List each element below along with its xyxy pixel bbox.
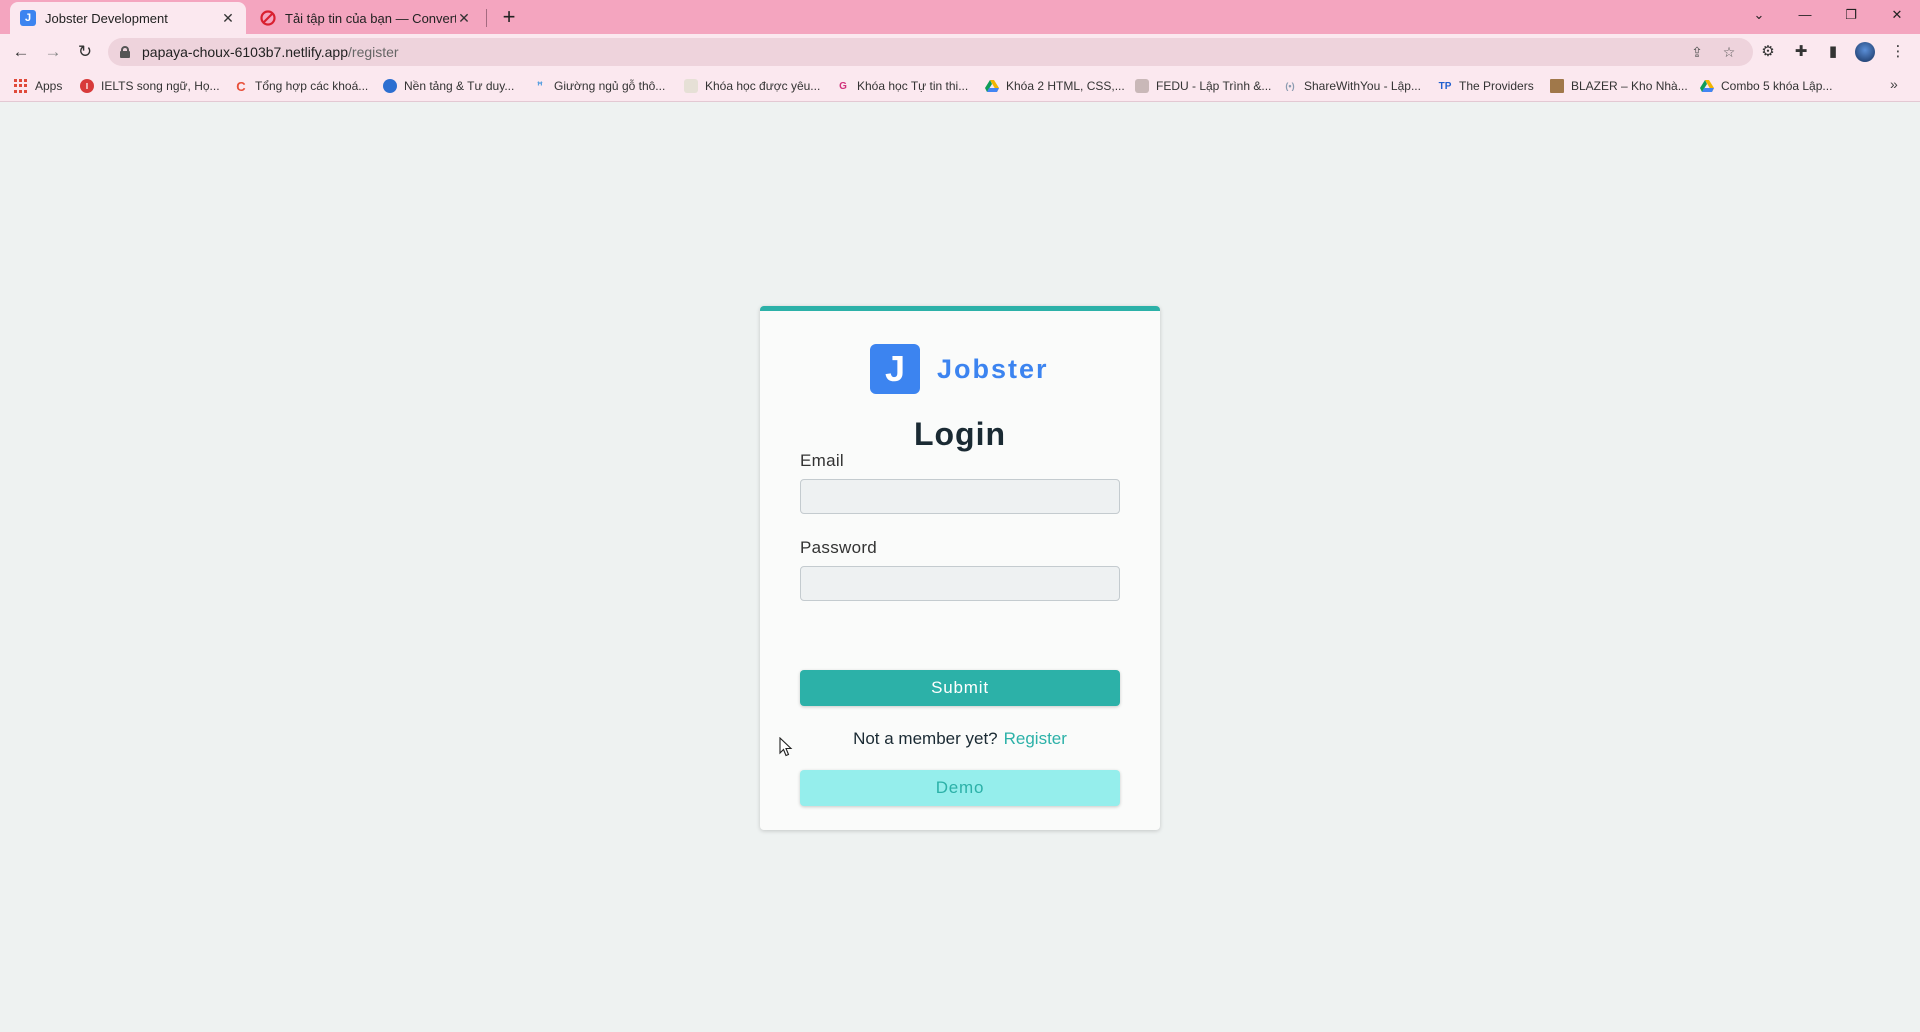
bookmark-khoa-2-html[interactable]: Khóa 2 HTML, CSS,...	[985, 78, 1125, 94]
bookmark-label: Nền tảng & Tư duy...	[404, 79, 515, 93]
globe-icon	[383, 79, 397, 93]
tp-icon: TP	[1438, 80, 1452, 92]
logo-mark: J	[870, 344, 920, 394]
bookmark-label: Khóa học Tự tin thi...	[857, 79, 969, 93]
tab-convertio[interactable]: Tải tập tin của bạn — Convertio ✕	[250, 2, 482, 34]
jobster-favicon-icon: J	[20, 10, 36, 26]
url-host: papaya-choux-6103b7.netlify.app	[142, 44, 349, 60]
tab-search-chevron-icon[interactable]: ⌄	[1736, 0, 1782, 30]
apps-grid-icon	[14, 79, 28, 93]
drive-icon	[1700, 79, 1714, 93]
close-window-button[interactable]: ✕	[1874, 0, 1920, 30]
close-tab-icon[interactable]: ✕	[456, 10, 472, 26]
extension-puzzle-dark-icon[interactable]: ⚙	[1758, 42, 1778, 62]
bookmark-label: Apps	[35, 79, 63, 93]
bookmark-tong-hop[interactable]: C Tổng hợp các khoá...	[234, 78, 368, 94]
profile-avatar[interactable]	[1855, 42, 1875, 62]
share-icon[interactable]: ⇪	[1688, 43, 1706, 61]
bookmark-khoa-hoc-yeu[interactable]: Khóa học được yêu...	[684, 78, 820, 94]
bookmark-label: ShareWithYou - Lập...	[1304, 79, 1421, 93]
submit-button[interactable]: Submit	[800, 670, 1120, 706]
extensions-icon[interactable]: ✚	[1791, 42, 1811, 62]
password-label: Password	[800, 538, 878, 557]
url-text[interactable]: papaya-choux-6103b7.netlify.app/register	[142, 44, 399, 60]
blank-page-icon	[684, 79, 698, 93]
email-label: Email	[800, 451, 845, 470]
more-bookmarks-chevron-icon[interactable]: »	[1890, 76, 1898, 92]
bookmark-the-providers[interactable]: TP The Providers	[1438, 78, 1534, 94]
login-form: J Jobster Login Email Password Submit No…	[760, 306, 1160, 830]
blazer-icon	[1550, 79, 1564, 93]
bookmark-ielts[interactable]: I IELTS song ngữ, Họ...	[80, 78, 220, 94]
fedu-icon	[1135, 79, 1149, 93]
bookmark-label: The Providers	[1459, 79, 1534, 93]
c-icon: C	[236, 78, 246, 94]
bookmark-label: FEDU - Lập Trình &...	[1156, 79, 1272, 93]
bookmark-label: Giường ngủ gỗ thô...	[554, 79, 666, 93]
address-bar[interactable]: papaya-choux-6103b7.netlify.app/register…	[108, 38, 1753, 66]
new-tab-button[interactable]: +	[498, 4, 520, 30]
ielts-icon: I	[80, 79, 94, 93]
tab-separator	[486, 9, 487, 27]
bookmark-nen-tang[interactable]: Nền tảng & Tư duy...	[383, 78, 514, 94]
drive-icon	[985, 79, 999, 93]
bookmark-label: Combo 5 khóa Lập...	[1721, 79, 1833, 93]
demo-button[interactable]: Demo	[800, 770, 1120, 806]
bookmark-fedu[interactable]: FEDU - Lập Trình &...	[1135, 78, 1271, 94]
reload-button[interactable]: ↻	[71, 38, 99, 66]
password-field[interactable]	[800, 566, 1120, 601]
share-icon: (•)	[1285, 81, 1295, 91]
browser-toolbar: ← → ↻ papaya-choux-6103b7.netlify.app/re…	[0, 34, 1920, 70]
bookmark-label: Tổng hợp các khoá...	[255, 79, 369, 93]
member-text: Not a member yet?	[853, 729, 998, 748]
bookmark-khoa-hoc-tu-tin[interactable]: G Khóa học Tự tin thi...	[836, 78, 968, 94]
lock-icon[interactable]	[120, 46, 130, 58]
bed-icon: ꟸ	[536, 80, 544, 92]
tab-strip: J Jobster Development ✕ Tải tập tin của …	[0, 0, 1920, 34]
tab-jobster[interactable]: J Jobster Development ✕	[10, 2, 246, 34]
bookmark-label: Khóa học được yêu...	[705, 79, 821, 93]
minimize-button[interactable]: —	[1782, 0, 1828, 30]
url-path: /register	[348, 44, 399, 60]
logo-text: Jobster	[937, 353, 1049, 384]
mouse-cursor-icon	[779, 737, 793, 757]
tab-title: Jobster Development	[45, 10, 168, 26]
close-tab-icon[interactable]: ✕	[220, 10, 236, 26]
tab-title: Tải tập tin của bạn — Convertio	[285, 10, 456, 26]
bookmarks-bar: Apps I IELTS song ngữ, Họ... C Tổng hợp …	[0, 70, 1920, 102]
side-panel-icon[interactable]: ▮	[1823, 42, 1843, 62]
bookmark-giuong-ngu[interactable]: ꟸ Giường ngủ gỗ thô...	[533, 78, 665, 94]
member-prompt: Not a member yet? Register	[760, 729, 1160, 749]
email-field[interactable]	[800, 479, 1120, 514]
pink-logo-icon: G	[839, 80, 847, 92]
menu-kebab-icon[interactable]: ⋮	[1888, 42, 1908, 62]
bookmark-blazer[interactable]: BLAZER – Kho Nhà...	[1550, 78, 1688, 94]
bookmark-sharewithyou[interactable]: (•) ShareWithYou - Lập...	[1283, 78, 1421, 94]
bookmark-apps[interactable]: Apps	[14, 78, 62, 94]
restore-button[interactable]: ❐	[1828, 0, 1874, 30]
jobster-logo: J Jobster	[870, 344, 1049, 394]
bookmark-label: IELTS song ngữ, Họ...	[101, 79, 220, 93]
form-title: Login	[913, 416, 1007, 452]
bookmark-label: Khóa 2 HTML, CSS,...	[1006, 79, 1125, 93]
back-button[interactable]: ←	[7, 38, 35, 66]
bookmark-combo-5[interactable]: Combo 5 khóa Lập...	[1700, 78, 1832, 94]
forward-button[interactable]: →	[39, 38, 67, 66]
bookmark-label: BLAZER – Kho Nhà...	[1571, 79, 1688, 93]
convertio-icon	[260, 10, 276, 26]
bookmark-star-icon[interactable]: ☆	[1720, 43, 1738, 61]
register-link[interactable]: Register	[1004, 729, 1067, 748]
page-background: J Jobster Login Email Password Submit No…	[0, 103, 1920, 1032]
